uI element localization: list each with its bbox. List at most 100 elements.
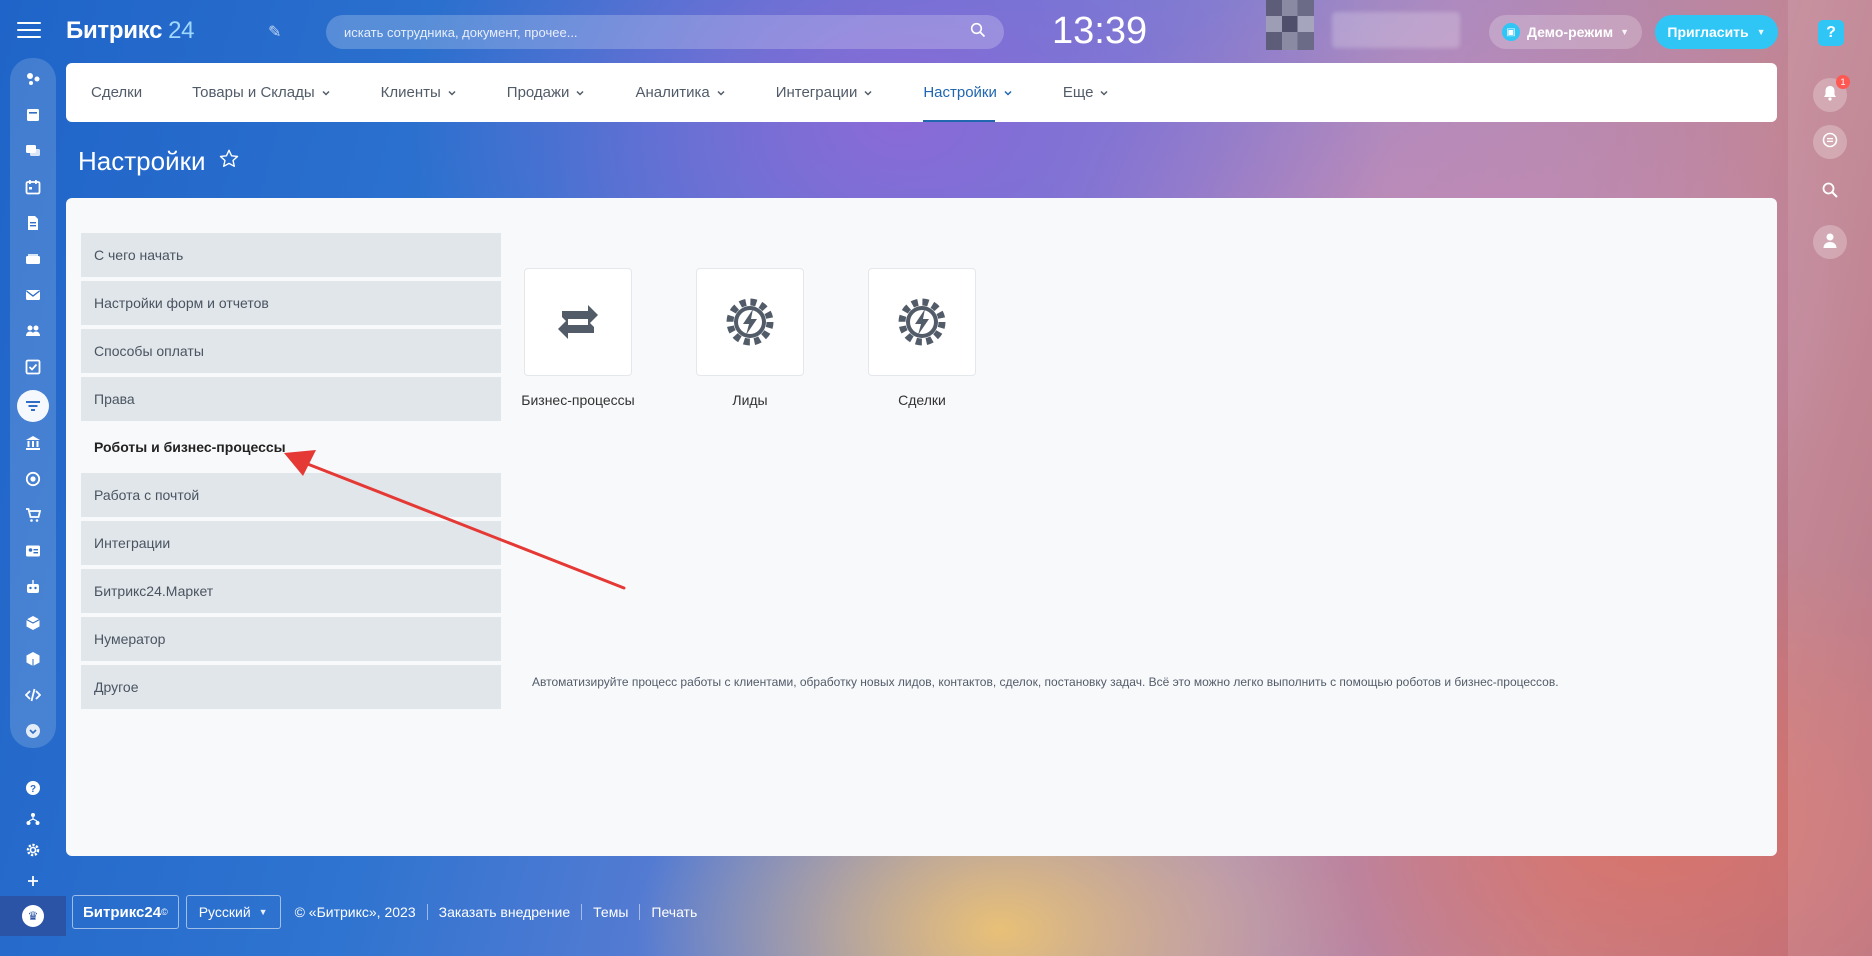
search-input[interactable]: искать сотрудника, документ, прочее...	[344, 25, 970, 40]
bank-icon[interactable]	[22, 432, 44, 454]
mail-icon[interactable]	[22, 284, 44, 306]
tile-label: Лиды	[732, 392, 768, 408]
chevron-down-icon	[448, 90, 456, 96]
tab-label: Еще	[1062, 84, 1094, 101]
settings-card: С чего начать Настройки форм и отчетов С…	[66, 198, 1777, 856]
footer: Битрикс24 © Русский ▼ © «Битрикс», 2023 З…	[72, 895, 708, 929]
user-avatar[interactable]	[1266, 0, 1314, 50]
account-button[interactable]: ♛	[0, 896, 66, 936]
demo-mode-label: Демо-режим	[1526, 24, 1614, 40]
section-description: Автоматизируйте процесс работы с клиента…	[532, 675, 1559, 689]
notifications-button[interactable]: 1	[1813, 75, 1850, 112]
document-icon[interactable]	[22, 212, 44, 234]
menu-item-forms-reports[interactable]: Настройки форм и отчетов	[81, 281, 501, 325]
global-search-button[interactable]	[1813, 175, 1847, 209]
contact-card-icon[interactable]	[22, 540, 44, 562]
robot-icon[interactable]	[22, 576, 44, 598]
user-silhouette-icon	[1821, 231, 1839, 254]
right-rail: ? 1	[1788, 0, 1872, 956]
user-profile-button[interactable]	[1813, 225, 1847, 259]
tab-products[interactable]: Товары и Склады	[192, 63, 331, 122]
copyright-mark: ©	[161, 907, 168, 917]
chat-icon[interactable]	[22, 140, 44, 162]
tab-more[interactable]: Еще	[1063, 63, 1110, 122]
cube-icon[interactable]	[22, 648, 44, 670]
cart-icon[interactable]	[22, 504, 44, 526]
footer-link-print[interactable]: Печать	[639, 904, 708, 920]
tab-analytics[interactable]: Аналитика	[635, 63, 725, 122]
invite-button[interactable]: Пригласить ▼	[1655, 15, 1778, 49]
code-icon[interactable]	[22, 684, 44, 706]
tab-clients[interactable]: Клиенты	[381, 63, 457, 122]
chevron-down-icon: ▼	[1756, 27, 1766, 37]
tile-business-processes[interactable]: Бизнес-процессы	[521, 268, 635, 408]
tasks-icon[interactable]	[22, 356, 44, 378]
refresh-arrows-icon	[558, 305, 598, 339]
chevron-down-icon: ▼	[258, 907, 268, 917]
chevron-down-icon	[576, 90, 584, 96]
drive-icon[interactable]	[22, 248, 44, 270]
app-logo[interactable]: Битрикс 24	[66, 17, 195, 45]
tile-box	[696, 268, 804, 376]
tile-box	[524, 268, 632, 376]
menu-item-label: Интеграции	[94, 535, 171, 551]
chevron-down-icon	[1004, 90, 1012, 96]
gear-icon[interactable]	[22, 839, 44, 861]
edit-pencil-icon[interactable]: ✎	[268, 22, 281, 42]
settings-side-menu: С чего начать Настройки форм и отчетов С…	[81, 233, 501, 713]
robot-gear-lightning-icon	[898, 298, 946, 346]
search-icon[interactable]	[970, 22, 986, 43]
menu-item-label: Роботы и бизнес-процессы	[94, 439, 286, 455]
menu-burger-icon[interactable]	[17, 22, 41, 42]
structure-icon[interactable]	[22, 808, 44, 830]
tab-settings[interactable]: Настройки	[923, 63, 1013, 122]
chevron-down-icon	[717, 90, 725, 96]
footer-link-themes[interactable]: Темы	[581, 904, 639, 920]
left-rail: ? ♛	[0, 0, 66, 956]
employees-icon[interactable]	[22, 320, 44, 342]
menu-item-numerator[interactable]: Нумератор	[81, 617, 501, 661]
menu-item-getting-started[interactable]: С чего начать	[81, 233, 501, 277]
footer-logo[interactable]: Битрикс24 ©	[72, 895, 179, 929]
tab-label: Товары и Склады	[192, 84, 315, 101]
menu-item-integrations[interactable]: Интеграции	[81, 521, 501, 565]
menu-item-label: Другое	[94, 679, 139, 695]
tab-deals[interactable]: Сделки	[91, 63, 142, 122]
tile-leads[interactable]: Лиды	[696, 268, 804, 408]
clock[interactable]: 13:39	[1052, 10, 1147, 53]
footer-link-order[interactable]: Заказать внедрение	[426, 904, 582, 920]
plus-icon[interactable]	[22, 870, 44, 892]
stream-icon[interactable]	[22, 68, 44, 90]
crm-funnel-icon[interactable]	[17, 390, 49, 422]
tab-integrations[interactable]: Интеграции	[776, 63, 874, 122]
news-icon[interactable]	[22, 104, 44, 126]
page-header: Настройки	[78, 146, 240, 177]
chevron-down-icon	[864, 90, 872, 96]
notification-count-badge: 1	[1836, 75, 1850, 89]
search-bar[interactable]: искать сотрудника, документ, прочее...	[326, 15, 1004, 49]
help-icon[interactable]: ?	[22, 777, 44, 799]
presentation-icon: ▣	[1501, 23, 1520, 41]
crown-icon: ♛	[22, 905, 44, 927]
user-name-blurred[interactable]	[1332, 12, 1460, 48]
tile-box	[868, 268, 976, 376]
tab-sales[interactable]: Продажи	[507, 63, 586, 122]
menu-item-other[interactable]: Другое	[81, 665, 501, 709]
menu-item-payment-methods[interactable]: Способы оплаты	[81, 329, 501, 373]
target-icon[interactable]	[22, 468, 44, 490]
calendar-icon[interactable]	[22, 176, 44, 198]
menu-item-robots-bp[interactable]: Роботы и бизнес-процессы	[81, 425, 501, 469]
menu-item-mail[interactable]: Работа с почтой	[81, 473, 501, 517]
demo-mode-button[interactable]: ▣ Демо-режим ▼	[1489, 15, 1642, 49]
box-icon[interactable]	[22, 612, 44, 634]
menu-item-label: Работа с почтой	[94, 487, 200, 503]
language-select[interactable]: Русский ▼	[185, 895, 281, 929]
menu-item-permissions[interactable]: Права	[81, 377, 501, 421]
tile-deals[interactable]: Сделки	[868, 268, 976, 408]
help-button-icon[interactable]: ?	[1818, 20, 1844, 46]
invite-label: Пригласить	[1667, 24, 1749, 40]
star-favorite-icon[interactable]	[218, 148, 240, 175]
menu-item-market[interactable]: Битрикс24.Маркет	[81, 569, 501, 613]
more-chevron-icon[interactable]	[22, 720, 44, 742]
messages-button[interactable]	[1813, 125, 1847, 159]
